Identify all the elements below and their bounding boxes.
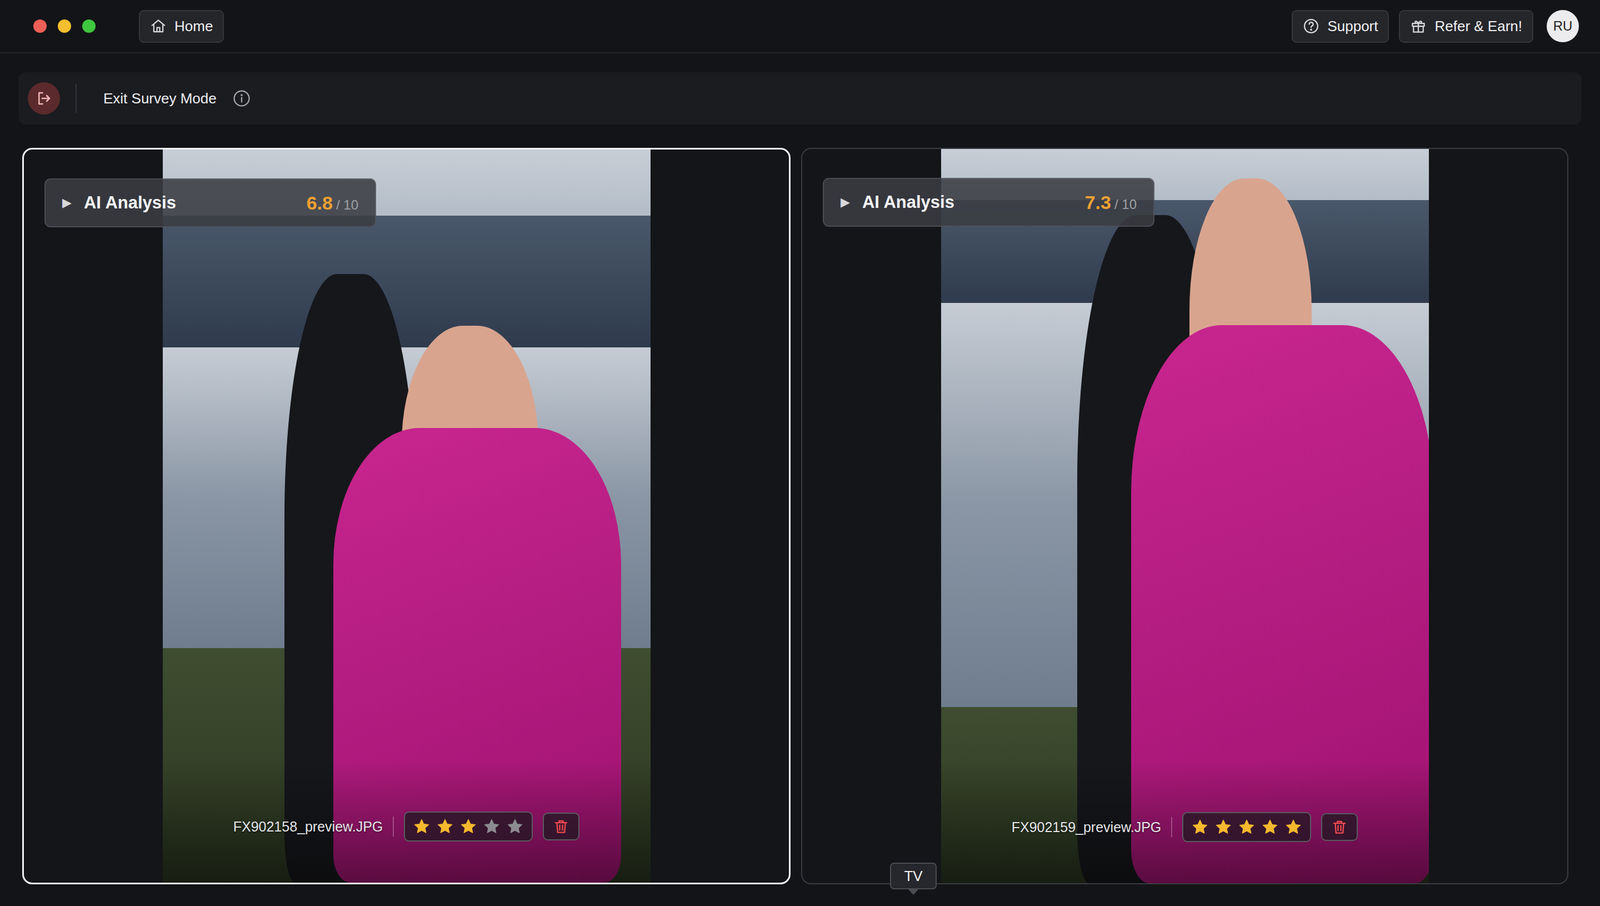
delete-button[interactable] (542, 812, 580, 840)
photo[interactable] (162, 149, 651, 883)
star-icon[interactable] (1284, 817, 1303, 836)
score: 7.3/ 10 (1085, 191, 1137, 214)
photo-card[interactable]: ▶ AI Analysis 6.8/ 10 FX902158_preview.JPG (22, 147, 791, 884)
ai-analysis-toggle[interactable]: ▶ AI Analysis 6.8/ 10 (44, 178, 377, 228)
button-label: Support (1327, 17, 1378, 35)
button-label: Refer & Earn! (1434, 17, 1523, 35)
tooltip-arrow (907, 887, 920, 895)
minimize-button[interactable] (57, 19, 72, 33)
footer-separator (1171, 816, 1173, 837)
zoom-button[interactable] (82, 19, 96, 33)
window-controls (33, 19, 96, 33)
filename: FX902159_preview.JPG (1011, 818, 1162, 835)
score-value: 7.3 (1085, 191, 1112, 214)
close-button[interactable] (33, 19, 47, 33)
info-icon (232, 88, 252, 108)
star-icon[interactable] (482, 817, 501, 835)
star-icon[interactable] (1214, 817, 1233, 836)
exit-survey-label: Exit Survey Mode (103, 90, 217, 108)
ai-analysis-toggle[interactable]: ▶ AI Analysis 7.3/ 10 (822, 177, 1155, 227)
gift-icon (1410, 17, 1427, 35)
trash-icon (1331, 818, 1348, 835)
star-rating[interactable] (1182, 811, 1312, 842)
star-icon[interactable] (506, 817, 524, 835)
score-max: / 10 (336, 197, 359, 213)
star-rating[interactable] (403, 811, 533, 842)
star-icon[interactable] (1237, 817, 1256, 836)
photo-card[interactable]: ▶ AI Analysis 7.3/ 10 FX902159_preview.JPG (801, 147, 1569, 884)
analysis-label: AI Analysis (862, 192, 955, 213)
photo[interactable] (941, 148, 1429, 883)
home-label: Home (174, 17, 213, 35)
home-button[interactable]: Home (138, 10, 224, 43)
footer-separator (392, 816, 394, 837)
home-icon (150, 17, 167, 35)
star-icon[interactable] (436, 817, 454, 835)
refer-button[interactable]: Refer & Earn! (1398, 10, 1534, 43)
photo-footer: FX902159_preview.JPG (802, 811, 1568, 842)
score-value: 6.8 (306, 192, 333, 214)
star-icon[interactable] (412, 817, 431, 835)
comparison-area: ▶AI Analysis6.8/ 10FX902158_preview.JPG▶… (0, 147, 1600, 906)
user-avatar[interactable]: RU (1546, 10, 1579, 43)
title-bar: Home Support Refer & Earn! RU (0, 0, 1600, 54)
expand-toggle[interactable]: ▶ (62, 195, 72, 210)
filename: FX902158_preview.JPG (233, 818, 384, 835)
star-icon[interactable] (1261, 817, 1279, 836)
star-icon[interactable] (1191, 817, 1209, 836)
score: 6.8/ 10 (306, 192, 359, 214)
trash-icon (552, 817, 570, 835)
score-max: / 10 (1114, 196, 1137, 213)
exit-icon (35, 90, 53, 107)
survey-toolbar: Exit Survey Mode (18, 72, 1582, 125)
help-icon (1302, 17, 1320, 35)
exit-survey-button[interactable] (27, 82, 60, 115)
toolbar-separator (75, 83, 77, 113)
support-button[interactable]: Support (1291, 10, 1389, 43)
star-icon[interactable] (459, 817, 478, 835)
analysis-label: AI Analysis (83, 192, 177, 213)
delete-button[interactable] (1321, 812, 1358, 841)
tooltip: TV (890, 862, 937, 889)
tooltip-label: TV (903, 867, 923, 885)
expand-toggle[interactable]: ▶ (840, 195, 850, 210)
photo-footer: FX902158_preview.JPG (23, 811, 789, 842)
